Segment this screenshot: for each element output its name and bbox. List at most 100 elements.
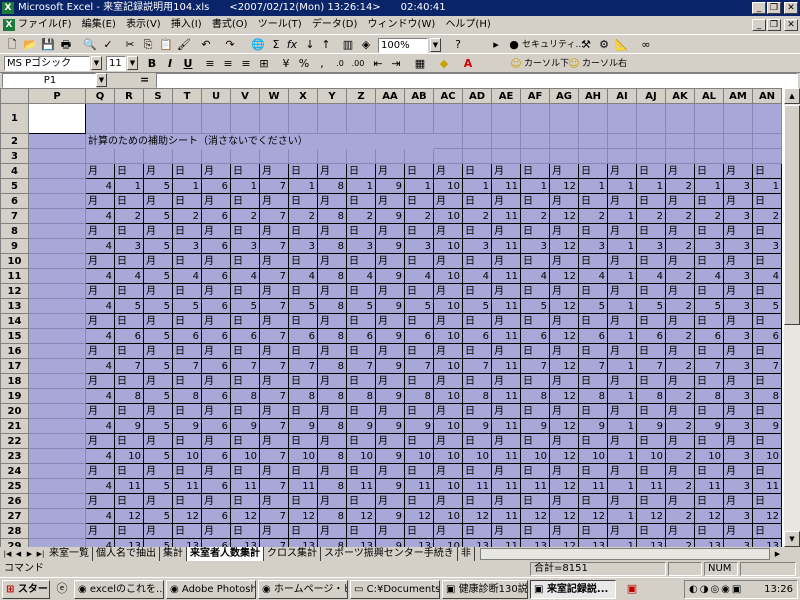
date-value-cell[interactable]: 4 (85, 508, 115, 524)
tray-app-icon[interactable]: ▣ (624, 581, 640, 597)
menu-data[interactable]: データ(D) (312, 19, 358, 30)
date-value-cell[interactable]: 11 (462, 478, 492, 494)
month-day-label-cell[interactable]: 日 (636, 283, 666, 299)
name-box[interactable]: P1 (2, 73, 96, 88)
date-value-cell[interactable]: 5 (143, 208, 173, 224)
month-day-label-cell[interactable]: 日 (520, 223, 550, 239)
month-day-label-cell[interactable]: 日 (288, 193, 318, 209)
date-value-cell[interactable]: 6 (201, 298, 231, 314)
date-value-cell[interactable]: 10 (433, 538, 463, 547)
date-value-cell[interactable]: 2 (665, 478, 695, 494)
date-value-cell[interactable]: 8 (317, 328, 347, 344)
column-header-x[interactable]: X (288, 88, 318, 104)
date-value-cell[interactable]: 10 (578, 448, 608, 464)
cell[interactable] (317, 103, 347, 134)
month-day-label-cell[interactable]: 日 (694, 283, 724, 299)
month-day-label-cell[interactable]: 月 (607, 523, 637, 539)
month-day-label-cell[interactable]: 日 (636, 493, 666, 509)
select-all-corner[interactable] (0, 88, 29, 104)
cell[interactable] (752, 103, 782, 134)
date-value-cell[interactable]: 11 (404, 478, 434, 494)
month-day-label-cell[interactable]: 月 (433, 463, 463, 479)
date-value-cell[interactable]: 11 (346, 478, 376, 494)
month-day-label-cell[interactable]: 日 (520, 253, 550, 269)
month-day-label-cell[interactable]: 日 (752, 343, 782, 359)
cell[interactable] (752, 148, 782, 164)
month-day-label-cell[interactable]: 日 (752, 313, 782, 329)
month-day-label-cell[interactable]: 月 (85, 253, 115, 269)
date-value-cell[interactable]: 9 (375, 358, 405, 374)
date-value-cell[interactable]: 1 (607, 538, 637, 547)
month-day-label-cell[interactable]: 月 (723, 283, 753, 299)
cell[interactable] (288, 103, 318, 134)
date-value-cell[interactable]: 5 (143, 418, 173, 434)
month-day-label-cell[interactable]: 日 (172, 253, 202, 269)
month-day-label-cell[interactable]: 日 (578, 313, 608, 329)
date-value-cell[interactable]: 5 (288, 298, 318, 314)
menu-file[interactable]: ファイル(F) (18, 19, 72, 30)
month-day-label-cell[interactable]: 月 (433, 283, 463, 299)
month-day-label-cell[interactable]: 月 (433, 373, 463, 389)
date-value-cell[interactable]: 5 (143, 328, 173, 344)
month-day-label-cell[interactable]: 月 (549, 253, 579, 269)
month-day-label-cell[interactable]: 日 (172, 493, 202, 509)
row-header[interactable]: 20 (0, 403, 29, 419)
date-value-cell[interactable]: 8 (520, 388, 550, 404)
date-value-cell[interactable]: 8 (288, 388, 318, 404)
month-day-label-cell[interactable]: 日 (346, 283, 376, 299)
month-day-label-cell[interactable]: 月 (317, 493, 347, 509)
month-day-label-cell[interactable]: 日 (520, 343, 550, 359)
month-day-label-cell[interactable]: 月 (549, 283, 579, 299)
month-day-label-cell[interactable]: 日 (172, 313, 202, 329)
month-day-label-cell[interactable]: 日 (114, 403, 144, 419)
month-day-label-cell[interactable]: 日 (230, 223, 260, 239)
cell[interactable] (520, 103, 550, 134)
date-value-cell[interactable]: 10 (433, 328, 463, 344)
date-value-cell[interactable]: 11 (491, 268, 521, 284)
month-day-label-cell[interactable]: 日 (114, 283, 144, 299)
help-icon[interactable]: ? (450, 37, 466, 53)
date-value-cell[interactable]: 4 (694, 268, 724, 284)
date-value-cell[interactable]: 11 (491, 208, 521, 224)
align-right-icon[interactable]: ≡ (238, 56, 254, 72)
date-value-cell[interactable]: 8 (404, 388, 434, 404)
date-value-cell[interactable]: 9 (346, 418, 376, 434)
task-button[interactable]: ◉ excelのこれを... (74, 580, 164, 599)
date-value-cell[interactable]: 2 (665, 268, 695, 284)
date-value-cell[interactable]: 6 (201, 268, 231, 284)
date-value-cell[interactable]: 9 (288, 418, 318, 434)
date-value-cell[interactable]: 6 (201, 238, 231, 254)
date-value-cell[interactable]: 4 (114, 268, 144, 284)
date-value-cell[interactable]: 12 (549, 448, 579, 464)
month-day-label-cell[interactable]: 日 (230, 463, 260, 479)
month-day-label-cell[interactable]: 月 (375, 283, 405, 299)
date-value-cell[interactable]: 9 (462, 418, 492, 434)
month-day-label-cell[interactable]: 日 (694, 493, 724, 509)
month-day-label-cell[interactable]: 日 (752, 433, 782, 449)
month-day-label-cell[interactable]: 月 (85, 403, 115, 419)
align-center-icon[interactable]: ≡ (220, 56, 236, 72)
month-day-label-cell[interactable]: 日 (288, 253, 318, 269)
cell[interactable] (694, 133, 724, 149)
date-value-cell[interactable]: 2 (665, 538, 695, 547)
month-day-label-cell[interactable]: 月 (607, 373, 637, 389)
month-day-label-cell[interactable]: 月 (607, 433, 637, 449)
cell[interactable] (636, 148, 666, 164)
date-value-cell[interactable]: 9 (375, 418, 405, 434)
date-value-cell[interactable]: 2 (752, 208, 782, 224)
month-day-label-cell[interactable]: 月 (665, 523, 695, 539)
month-day-label-cell[interactable]: 日 (578, 253, 608, 269)
month-day-label-cell[interactable]: 月 (433, 193, 463, 209)
date-value-cell[interactable]: 12 (549, 388, 579, 404)
month-day-label-cell[interactable]: 日 (578, 403, 608, 419)
month-day-label-cell[interactable]: 月 (143, 313, 173, 329)
month-day-label-cell[interactable]: 月 (85, 373, 115, 389)
month-day-label-cell[interactable]: 月 (607, 193, 637, 209)
date-value-cell[interactable]: 8 (317, 238, 347, 254)
column-header-t[interactable]: T (172, 88, 202, 104)
column-header-af[interactable]: AF (520, 88, 550, 104)
month-day-label-cell[interactable]: 日 (230, 433, 260, 449)
next-sheet-icon[interactable]: ▶ (24, 548, 35, 560)
month-day-label-cell[interactable]: 月 (317, 373, 347, 389)
cell[interactable] (375, 148, 405, 164)
